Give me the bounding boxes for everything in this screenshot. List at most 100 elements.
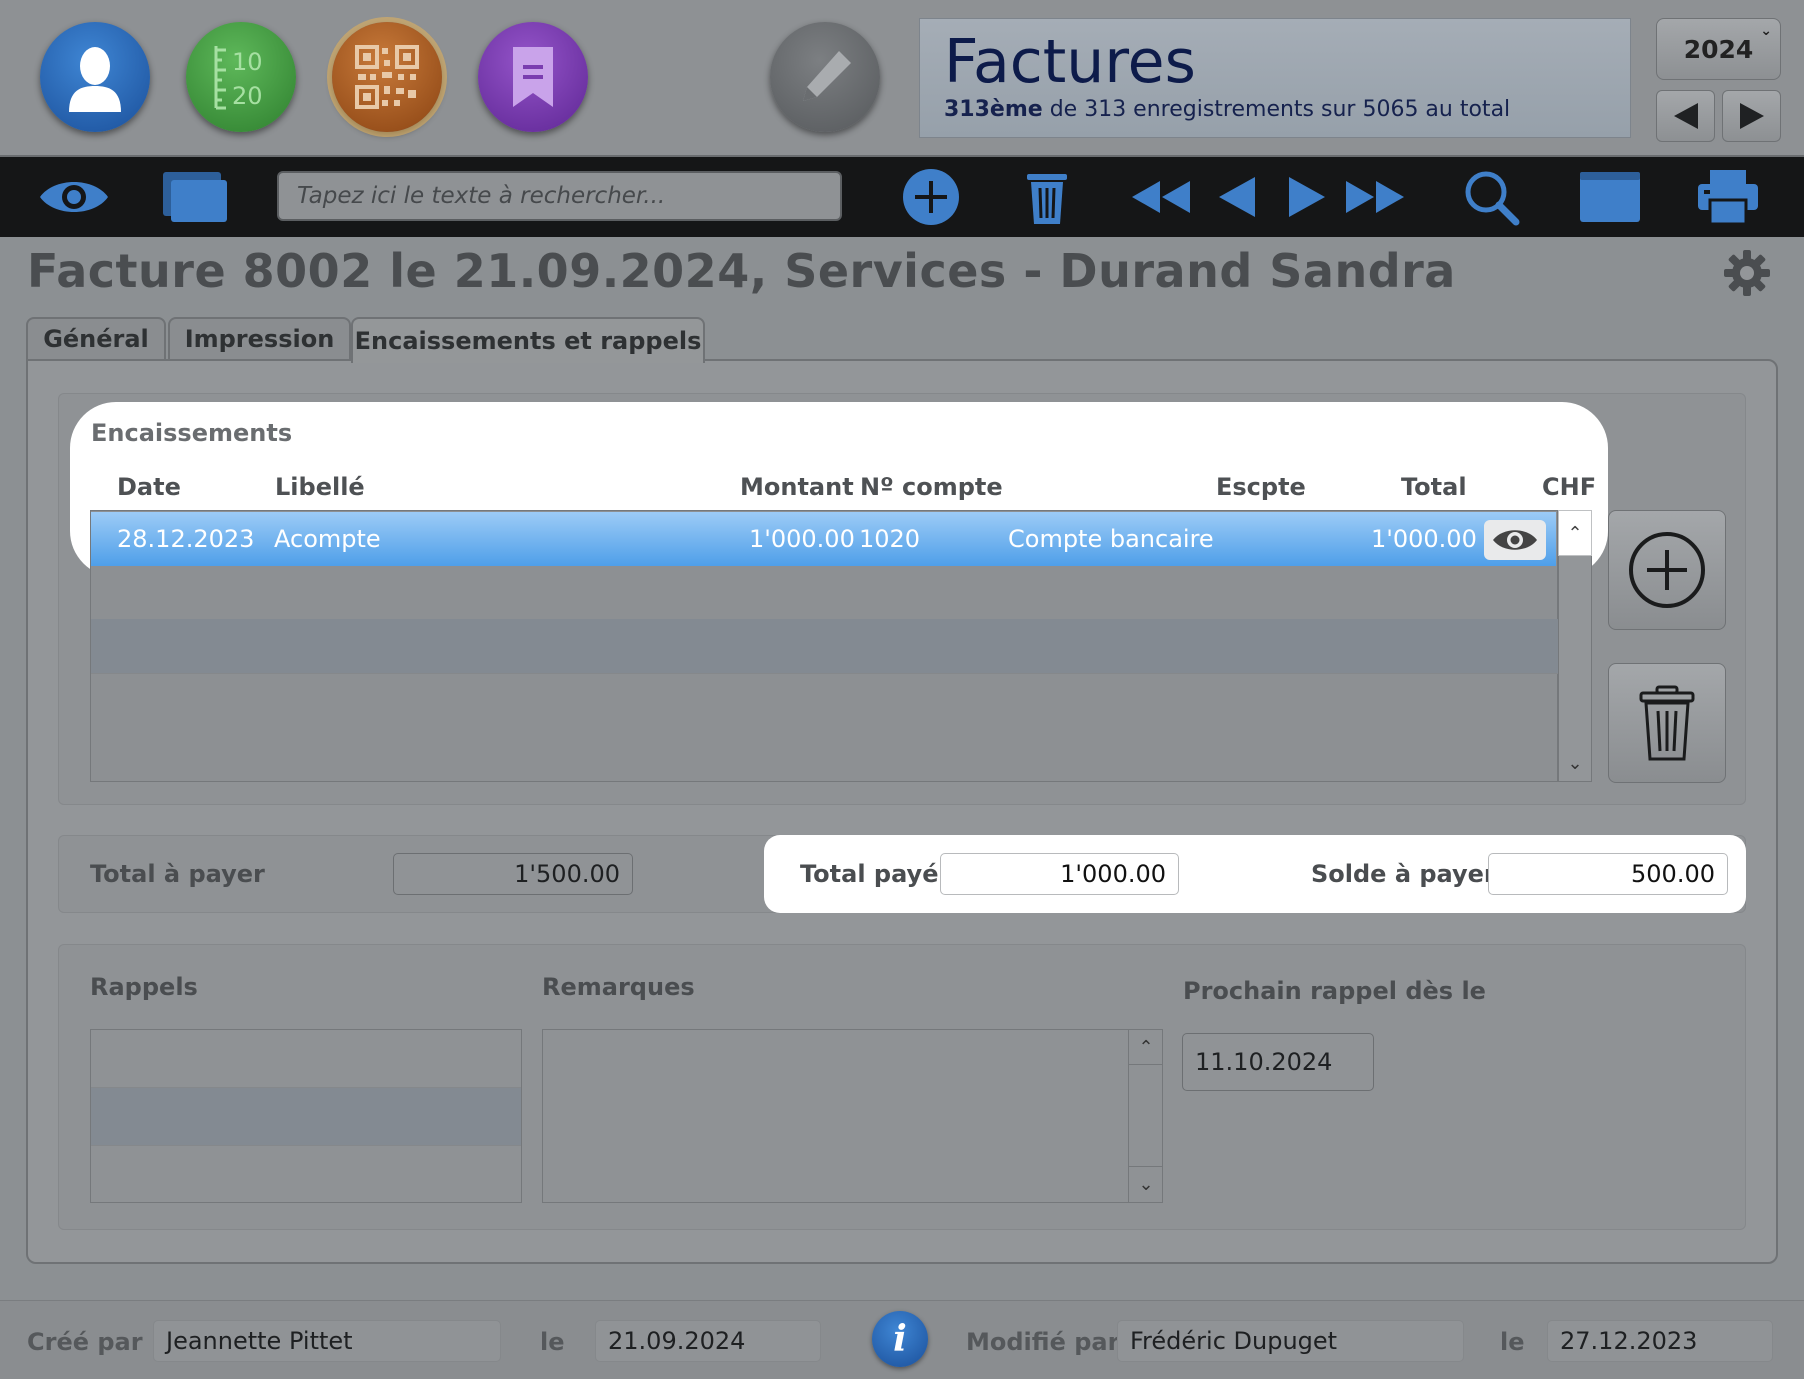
list-item[interactable]: [91, 1030, 521, 1088]
delete-record-button[interactable]: [1024, 168, 1070, 226]
first-record-icon: [1132, 181, 1190, 213]
payment-date: 28.12.2023: [117, 525, 255, 553]
payment-account-name: Compte bancaire: [1008, 525, 1214, 553]
qr-code-button[interactable]: [332, 22, 442, 132]
previous-record-button[interactable]: [1216, 168, 1258, 226]
trash-icon: [1639, 685, 1695, 761]
view-button[interactable]: [38, 168, 110, 226]
previous-year-button[interactable]: [1656, 90, 1715, 142]
record-position: 313ème: [944, 97, 1043, 122]
list-item[interactable]: [91, 1145, 521, 1203]
table-row[interactable]: [91, 565, 1559, 619]
tab-impression[interactable]: Impression: [168, 317, 351, 359]
total-paid-label: Total payé: [800, 860, 939, 888]
modified-by-field: Frédéric Dupuget: [1117, 1320, 1464, 1362]
window-icon: [1580, 172, 1640, 222]
chevron-up-icon[interactable]: ⌃: [1558, 510, 1592, 556]
print-button[interactable]: [1696, 168, 1760, 226]
title-panel: Factures 313ème de 313 enregistrements s…: [919, 18, 1631, 138]
pen-icon: [803, 51, 851, 101]
tab-encaissements[interactable]: Encaissements et rappels: [351, 317, 705, 363]
app-title: Factures: [944, 27, 1196, 97]
settings-button[interactable]: [1722, 248, 1772, 298]
chevron-down-icon[interactable]: ⌄: [1129, 1166, 1163, 1201]
eye-icon: [1493, 530, 1537, 550]
record-status: 313ème de 313 enregistrements sur 5065 a…: [944, 97, 1510, 122]
search-input[interactable]: [277, 171, 842, 221]
reminders-list[interactable]: [90, 1029, 522, 1203]
svg-text:20: 20: [232, 82, 263, 110]
payment-label: Acompte: [274, 525, 381, 553]
add-payment-button[interactable]: [1608, 510, 1726, 630]
balance-label: Solde à payer: [1311, 860, 1496, 888]
add-record-button[interactable]: [900, 168, 962, 226]
next-record-button[interactable]: [1286, 168, 1328, 226]
view-payment-button[interactable]: [1484, 520, 1546, 560]
encaissements-title: Encaissements: [91, 419, 293, 447]
svg-text:10: 10: [232, 48, 263, 76]
gear-icon: [1724, 250, 1770, 296]
payment-total: 1'000.00: [1371, 525, 1477, 553]
windows-button[interactable]: [160, 168, 230, 226]
column-header-escompte: Escpte: [1216, 473, 1306, 501]
remarks-textarea[interactable]: [542, 1029, 1163, 1203]
number-range-icon: 10 20: [214, 46, 263, 110]
created-by-field: Jeannette Pittet: [153, 1320, 501, 1362]
column-header-total: Total: [1401, 473, 1467, 501]
column-header-libelle: Libellé: [275, 473, 365, 501]
trash-icon: [1027, 174, 1067, 224]
add-circle-icon: [1629, 532, 1705, 608]
modified-on-label: le: [1500, 1328, 1525, 1356]
payment-account-number: 1020: [859, 525, 921, 553]
table-row[interactable]: [91, 619, 1559, 673]
search-button[interactable]: [1462, 168, 1520, 226]
window-button[interactable]: [1578, 168, 1642, 226]
tab-general[interactable]: Général: [26, 317, 166, 359]
chevron-up-icon[interactable]: ⌃: [1129, 1030, 1163, 1065]
triangle-left-icon: [1673, 103, 1698, 129]
contacts-button[interactable]: [40, 22, 150, 132]
record-title: Facture 8002 le 21.09.2024, Services - D…: [27, 244, 1456, 298]
chevron-down-icon[interactable]: ⌄: [1558, 744, 1592, 782]
add-icon: [903, 169, 959, 225]
next-reminder-date[interactable]: 11.10.2024: [1182, 1033, 1374, 1091]
edit-button[interactable]: [770, 22, 880, 132]
next-year-button[interactable]: [1722, 90, 1781, 142]
bookmark-icon: [513, 47, 553, 107]
year-value: 2024: [1683, 34, 1754, 64]
first-record-button[interactable]: [1130, 168, 1192, 226]
number-range-button[interactable]: 10 20: [186, 22, 296, 132]
bookmark-button[interactable]: [478, 22, 588, 132]
remarks-scrollbar[interactable]: ⌃ ⌄: [1128, 1030, 1163, 1202]
table-row[interactable]: [91, 673, 1559, 728]
record-count: de 313 enregistrements sur 5065 au total: [1049, 97, 1511, 122]
triangle-right-icon: [1739, 103, 1764, 129]
print-icon: [1698, 170, 1758, 226]
qr-code-icon: [355, 45, 419, 109]
created-on-field: 21.09.2024: [595, 1320, 821, 1362]
list-item[interactable]: [91, 1088, 521, 1145]
info-icon[interactable]: i: [872, 1311, 928, 1367]
created-on-label: le: [540, 1328, 565, 1356]
last-record-icon: [1346, 181, 1404, 213]
year-select[interactable]: 2024 ⌄: [1656, 18, 1781, 80]
search-icon: [1465, 171, 1520, 226]
column-header-montant: Montant: [740, 473, 854, 501]
windows-icon: [163, 172, 227, 222]
payment-row-selected[interactable]: 28.12.2023 Acompte 1'000.00 1020 Compte …: [91, 512, 1556, 566]
modified-by-label: Modifié par: [966, 1328, 1120, 1356]
last-record-button[interactable]: [1344, 168, 1406, 226]
person-icon: [69, 47, 121, 112]
balance-field: 500.00: [1488, 853, 1728, 895]
column-header-date: Date: [117, 473, 181, 501]
delete-payment-button[interactable]: [1608, 663, 1726, 783]
created-by-label: Créé par: [27, 1328, 143, 1356]
remarks-label: Remarques: [542, 973, 695, 1001]
next-record-icon: [1289, 177, 1325, 217]
next-reminder-label: Prochain rappel dès le: [1183, 977, 1486, 1005]
eye-icon: [40, 182, 108, 212]
payment-amount: 1'000.00: [749, 525, 855, 553]
modified-on-field: 27.12.2023: [1547, 1320, 1773, 1362]
reminders-label: Rappels: [90, 973, 198, 1001]
total-to-pay-field: 1'500.00: [393, 853, 633, 895]
